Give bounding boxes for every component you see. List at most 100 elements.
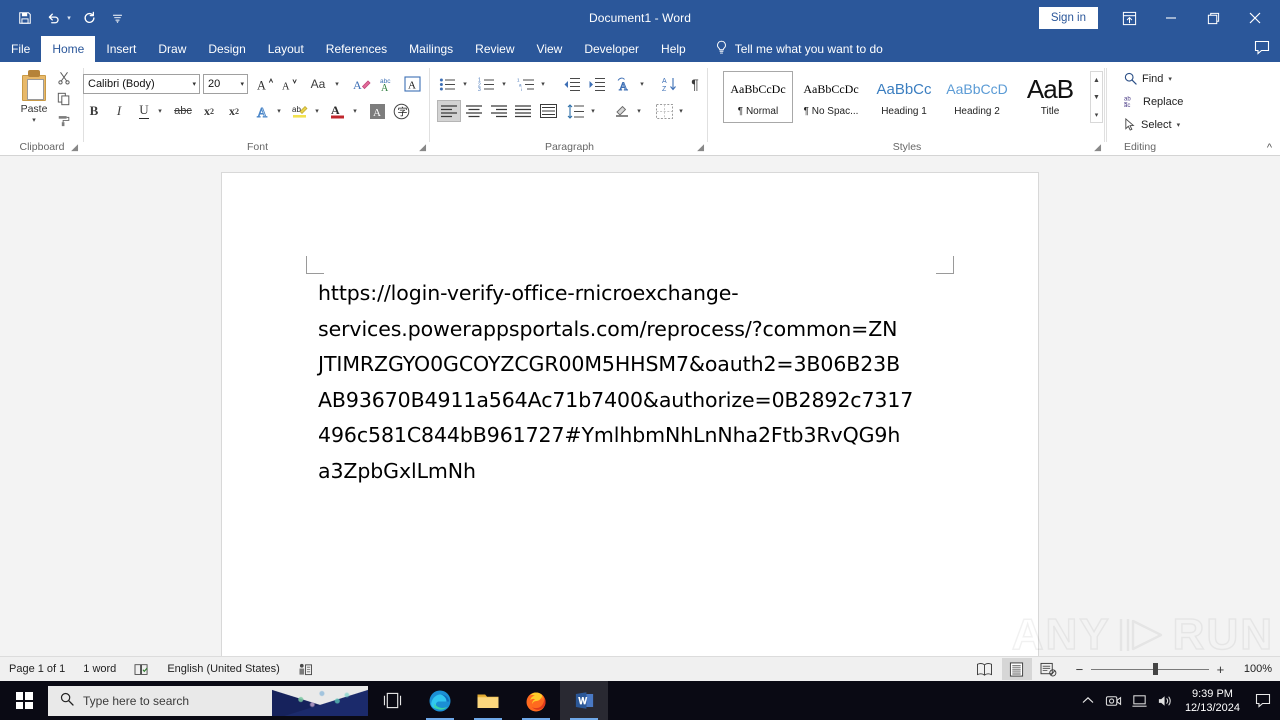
zoom-out-button[interactable]: − <box>1074 662 1085 677</box>
task-view-button[interactable] <box>368 681 416 720</box>
taskbar-app-file-explorer[interactable] <box>464 681 512 720</box>
proofing-errors-icon[interactable] <box>125 663 158 676</box>
clear-all-formatting-icon[interactable]: A <box>351 74 373 94</box>
text-effects-icon[interactable]: A <box>252 100 274 122</box>
styles-scroll-down-icon[interactable]: ▼ <box>1091 89 1102 106</box>
taskbar-app-word[interactable] <box>560 681 608 720</box>
asian-layout-icon[interactable]: A <box>614 74 636 94</box>
style-no-spacing[interactable]: AaBbCcDc ¶ No Spac... <box>796 71 866 123</box>
word-count[interactable]: 1 word <box>74 663 125 675</box>
character-shading-icon[interactable]: A <box>366 100 388 122</box>
paste-dropdown-icon[interactable]: ▾ <box>12 116 56 124</box>
styles-gallery-scrollbar[interactable]: ▲ ▼ ▾ <box>1090 71 1103 123</box>
format-painter-button[interactable] <box>52 110 76 130</box>
underline-dropdown-icon[interactable]: ▾ <box>154 100 166 122</box>
find-dropdown-icon[interactable]: ▾ <box>1168 75 1172 83</box>
borders-icon[interactable] <box>653 100 675 122</box>
zoom-level-label[interactable]: 100% <box>1236 663 1272 675</box>
align-left-button[interactable] <box>437 100 461 122</box>
tab-mailings[interactable]: Mailings <box>398 36 464 62</box>
styles-scroll-up-icon[interactable]: ▲ <box>1091 72 1102 89</box>
font-dialog-launcher-icon[interactable]: ◢ <box>419 142 426 153</box>
paste-button[interactable]: Paste ▾ <box>12 70 56 124</box>
tab-help[interactable]: Help <box>650 36 697 62</box>
distributed-button[interactable] <box>536 100 560 122</box>
multilevel-list-icon[interactable]: 1ai <box>515 74 537 94</box>
zoom-thumb[interactable] <box>1152 663 1158 675</box>
read-mode-view-button[interactable] <box>970 658 1000 680</box>
center-button[interactable] <box>462 100 486 122</box>
start-button[interactable] <box>0 681 48 720</box>
line-spacing-icon[interactable] <box>565 100 587 122</box>
style-normal[interactable]: AaBbCcDc ¶ Normal <box>723 71 793 123</box>
underline-button[interactable]: U <box>133 100 155 122</box>
comments-icon[interactable] <box>1254 40 1270 58</box>
bold-button[interactable]: B <box>83 100 105 122</box>
cut-button[interactable] <box>52 68 76 88</box>
enclose-characters-icon[interactable]: 字 <box>390 100 412 122</box>
font-name-input[interactable]: Calibri (Body) ▾ <box>83 74 200 94</box>
tell-me-search[interactable]: Tell me what you want to do <box>697 36 883 62</box>
web-layout-view-button[interactable] <box>1034 658 1064 680</box>
phonetic-guide-icon[interactable]: abc A <box>376 74 398 94</box>
tab-layout[interactable]: Layout <box>257 36 315 62</box>
zoom-slider[interactable]: − + <box>1066 662 1234 677</box>
numbering-icon[interactable]: 123 <box>476 74 498 94</box>
font-size-input[interactable]: 20 ▾ <box>203 74 248 94</box>
tab-developer[interactable]: Developer <box>573 36 650 62</box>
tab-draw[interactable]: Draw <box>147 36 197 62</box>
search-input[interactable]: Type here to search <box>48 685 368 716</box>
bullets-icon[interactable] <box>437 74 459 94</box>
style-title[interactable]: AaB Title <box>1015 71 1085 123</box>
collapse-ribbon-icon[interactable]: ^ <box>1267 142 1272 154</box>
ribbon-display-options-icon[interactable] <box>1108 0 1150 36</box>
borders-dropdown-icon[interactable]: ▾ <box>675 100 687 122</box>
zoom-track[interactable] <box>1090 663 1209 675</box>
italic-button[interactable]: I <box>108 100 130 122</box>
style-heading-2[interactable]: AaBbCcD Heading 2 <box>942 71 1012 123</box>
volume-icon[interactable] <box>1153 681 1179 720</box>
superscript-button[interactable]: x2 <box>223 100 245 122</box>
accessibility-checker-icon[interactable] <box>289 663 322 676</box>
language-indicator[interactable]: English (United States) <box>158 663 289 675</box>
subscript-button[interactable]: x2 <box>198 100 220 122</box>
character-border-icon[interactable]: A <box>401 74 423 94</box>
decrease-indent-icon[interactable] <box>561 74 583 94</box>
taskbar-clock[interactable]: 9:39 PM 12/13/2024 <box>1179 687 1250 715</box>
styles-more-icon[interactable]: ▾ <box>1091 106 1102 123</box>
text-highlight-dropdown-icon[interactable]: ▾ <box>311 100 323 122</box>
page-indicator[interactable]: Page 1 of 1 <box>0 663 74 675</box>
tab-design[interactable]: Design <box>197 36 256 62</box>
taskbar-app-firefox[interactable] <box>512 681 560 720</box>
find-button[interactable]: Find ▾ <box>1124 72 1172 85</box>
document-text[interactable]: https://login-verify-office-rnicroexchan… <box>318 276 958 489</box>
tab-view[interactable]: View <box>526 36 574 62</box>
align-right-button[interactable] <box>487 100 511 122</box>
multilevel-list-dropdown-icon[interactable]: ▾ <box>537 74 549 94</box>
copy-button[interactable] <box>52 89 76 109</box>
increase-indent-icon[interactable] <box>586 74 608 94</box>
change-case-dropdown-icon[interactable]: ▾ <box>332 74 342 94</box>
zoom-in-button[interactable]: + <box>1215 662 1226 677</box>
select-button[interactable]: Select ▾ <box>1124 118 1180 131</box>
replace-button[interactable]: ab ac Replace <box>1124 95 1183 108</box>
text-highlight-color-icon[interactable]: ab <box>289 100 311 122</box>
tab-home[interactable]: Home <box>41 36 96 62</box>
print-layout-view-button[interactable] <box>1001 658 1032 680</box>
tab-review[interactable]: Review <box>464 36 525 62</box>
numbering-dropdown-icon[interactable]: ▾ <box>498 74 510 94</box>
tab-insert[interactable]: Insert <box>95 36 147 62</box>
minimize-window-icon[interactable] <box>1150 0 1192 36</box>
restore-window-icon[interactable] <box>1192 0 1234 36</box>
webcam-icon[interactable] <box>1101 681 1127 720</box>
sort-icon[interactable]: AZ <box>659 74 681 94</box>
taskbar-app-edge[interactable] <box>416 681 464 720</box>
document-page[interactable]: https://login-verify-office-rnicroexchan… <box>222 173 1038 656</box>
paragraph-dialog-launcher-icon[interactable]: ◢ <box>697 142 704 153</box>
clipboard-dialog-launcher-icon[interactable]: ◢ <box>71 142 78 153</box>
close-window-icon[interactable] <box>1234 0 1276 36</box>
select-dropdown-icon[interactable]: ▾ <box>1177 121 1181 129</box>
justify-button[interactable] <box>511 100 535 122</box>
style-heading-1[interactable]: AaBbCc Heading 1 <box>869 71 939 123</box>
tab-references[interactable]: References <box>315 36 398 62</box>
